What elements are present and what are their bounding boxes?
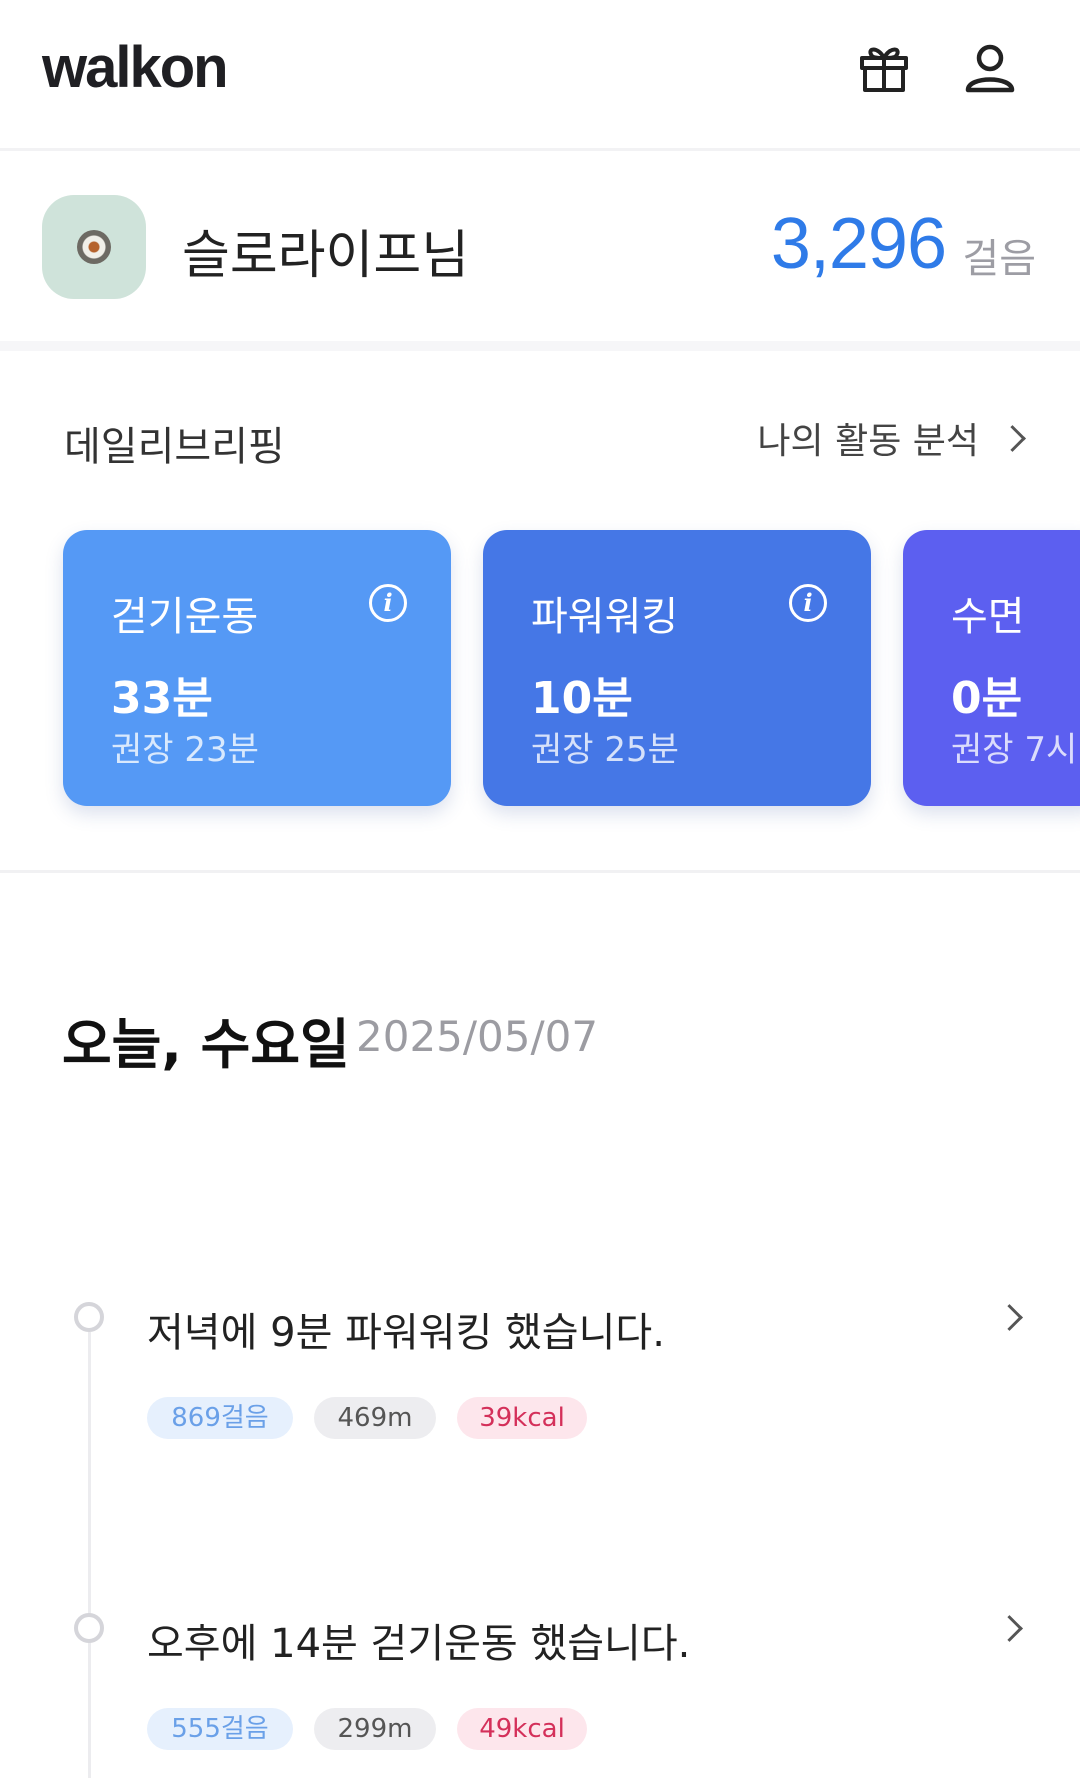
kcal-chip: 39kcal bbox=[457, 1397, 587, 1439]
kcal-chip: 49kcal bbox=[457, 1708, 587, 1750]
timeline-dot bbox=[74, 1302, 104, 1332]
activity-analysis-link[interactable]: 나의 활동 분석 bbox=[757, 412, 1032, 464]
distance-chip: 299m bbox=[314, 1708, 436, 1750]
info-icon[interactable]: i bbox=[789, 584, 827, 622]
today-label: 오늘, 수요일 bbox=[62, 1013, 350, 1076]
card-title: 파워워킹 bbox=[531, 594, 679, 640]
card-value: 0분 bbox=[951, 673, 1023, 724]
gift-icon[interactable] bbox=[854, 38, 914, 98]
card-recommended: 권장 7시 bbox=[951, 730, 1078, 770]
card-title: 수면 bbox=[951, 594, 1025, 640]
card-recommended: 권장 25분 bbox=[531, 730, 679, 770]
activity-summary[interactable]: 오후에 14분 걷기운동 했습니다. bbox=[147, 1611, 690, 1669]
card-recommended: 권장 23분 bbox=[111, 730, 259, 770]
info-icon[interactable]: i bbox=[369, 584, 407, 622]
daily-briefing-title: 데일리브리핑 bbox=[64, 424, 285, 470]
section-divider bbox=[0, 870, 1080, 873]
today-date: 2025/05/07 bbox=[356, 1012, 599, 1061]
chevron-right-icon[interactable] bbox=[996, 1304, 1023, 1331]
card-title: 걷기운동 bbox=[111, 594, 259, 640]
avatar-image bbox=[77, 230, 111, 264]
step-unit: 걸음 bbox=[962, 236, 1036, 282]
activity-summary[interactable]: 저녁에 9분 파워워킹 했습니다. bbox=[147, 1300, 665, 1358]
distance-chip: 469m bbox=[314, 1397, 436, 1439]
card-sleep[interactable]: 수면 0분 권장 7시 bbox=[903, 530, 1080, 806]
app-logo: walkon bbox=[42, 35, 229, 100]
steps-chip: 869걸음 bbox=[147, 1397, 293, 1439]
avatar[interactable] bbox=[42, 195, 146, 299]
timeline-dot bbox=[74, 1613, 104, 1643]
card-value: 33분 bbox=[111, 673, 213, 724]
step-count: 3,296 bbox=[770, 204, 947, 284]
card-value: 10분 bbox=[531, 673, 633, 724]
section-divider bbox=[0, 341, 1080, 351]
card-walking[interactable]: 걷기운동 i 33분 권장 23분 bbox=[63, 530, 451, 806]
user-nickname: 슬로라이프님 bbox=[182, 226, 470, 286]
activity-analysis-label: 나의 활동 분석 bbox=[757, 421, 979, 462]
chevron-right-icon[interactable] bbox=[996, 1615, 1023, 1642]
chevron-right-icon bbox=[999, 424, 1026, 452]
card-power-walking[interactable]: 파워워킹 i 10분 권장 25분 bbox=[483, 530, 871, 806]
app-header: walkon bbox=[0, 0, 1080, 151]
profile-summary: 슬로라이프님 3,296 걸음 bbox=[0, 151, 1080, 341]
user-icon[interactable] bbox=[960, 38, 1020, 98]
steps-chip: 555걸음 bbox=[147, 1708, 293, 1750]
timeline-line bbox=[88, 1332, 91, 1778]
